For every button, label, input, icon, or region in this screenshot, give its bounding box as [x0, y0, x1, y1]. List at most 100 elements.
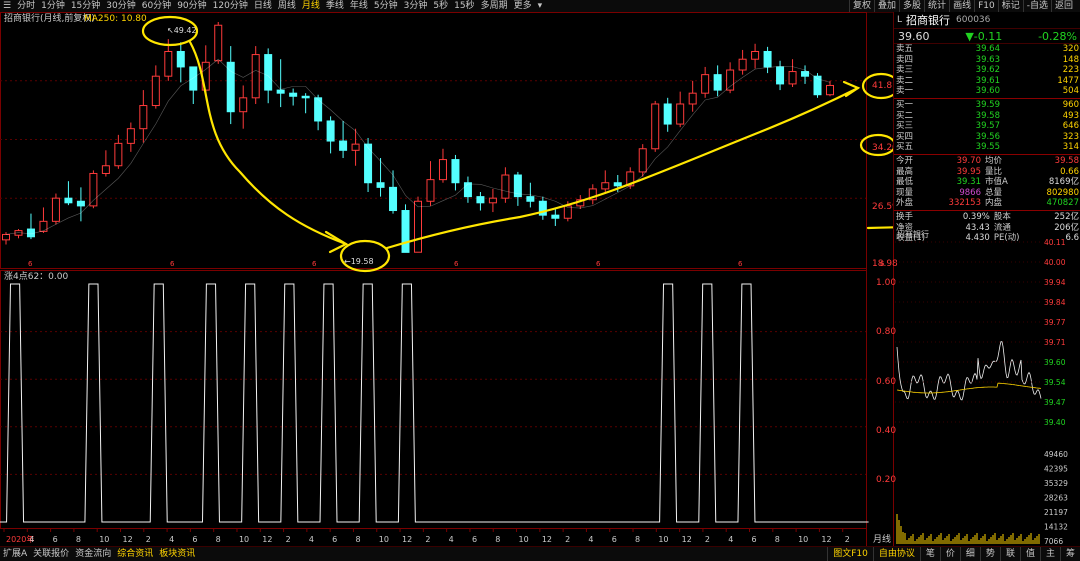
quote-header: L 招商银行 600036	[894, 12, 1080, 29]
x-axis-label: 12	[122, 535, 132, 544]
period-tab[interactable]: 120分钟	[210, 0, 251, 12]
dropdown-icon[interactable]: ▾	[535, 0, 546, 12]
toolbar-button[interactable]: -自选	[1022, 0, 1051, 12]
candle-body	[326, 120, 335, 142]
candle-body	[501, 174, 510, 199]
bottom-tab[interactable]: 势	[979, 547, 1000, 561]
period-tab[interactable]: 季线	[323, 0, 347, 12]
candle-body	[713, 74, 722, 91]
bottom-tab[interactable]: 资金流向	[72, 547, 114, 561]
top-x-mark: 6	[170, 260, 175, 268]
bottom-tab[interactable]: 细	[959, 547, 980, 561]
period-tab[interactable]: 多周期	[478, 0, 511, 12]
bottom-tab[interactable]: 值	[1019, 547, 1040, 561]
x-axis-labels: 2020年4 6 8 10 12 2 4 6 8 10 12 2 4 6 8 10 12 2 4 6 8 10 12 2 4 6 8…	[3, 528, 850, 544]
level-price: 39.56	[975, 131, 1000, 142]
toolbar-button[interactable]: 复权	[849, 0, 874, 12]
x-axis-label: 8	[355, 535, 360, 544]
toolbar-button[interactable]: 标记	[997, 0, 1023, 12]
x-axis-label: 12	[402, 535, 412, 544]
stock-name[interactable]: 招商银行	[906, 12, 950, 28]
order-row: 买五 39.55 314	[894, 142, 1080, 153]
level-label: 买三	[896, 121, 914, 132]
period-tab[interactable]: 1分钟	[38, 0, 68, 12]
x-axis-label: 8	[495, 535, 500, 544]
stat-label: 均价	[984, 155, 1002, 166]
bottom-tab[interactable]: 主	[1039, 547, 1060, 561]
bottom-tab[interactable]: 关联报价	[30, 547, 72, 561]
period-tab[interactable]: 5分钟	[371, 0, 401, 12]
level-volume: 323	[1062, 131, 1079, 142]
period-tab[interactable]: 15分钟	[68, 0, 103, 12]
stat-value: 39.70	[956, 155, 981, 166]
order-book-asks: 卖五 39.64 320 卖四 39.63 148 卖三 39.62 223 卖二 39.61…	[894, 44, 1080, 97]
level-price: 39.63	[975, 54, 1000, 65]
bottom-tab[interactable]: 联	[999, 547, 1020, 561]
bottom-tab[interactable]: 自由协议	[872, 547, 920, 561]
level-label: 买四	[896, 131, 914, 142]
period-tab[interactable]: 3分钟	[401, 0, 431, 12]
price-change: ▼-0.11	[965, 29, 1003, 43]
intraday-volume-label: 21197	[1044, 508, 1068, 517]
bottom-tab[interactable]: 笔	[919, 547, 940, 561]
bottom-tab[interactable]: 图文F10	[827, 547, 873, 561]
candle-body	[426, 179, 435, 202]
period-tab[interactable]: 30分钟	[103, 0, 138, 12]
period-tab[interactable]: 日线	[251, 0, 275, 12]
bottom-tab-active[interactable]: 综合资讯	[114, 547, 156, 561]
period-tab[interactable]: 分时	[14, 0, 38, 12]
x-axis-label: 10	[658, 535, 668, 544]
candle-body	[601, 182, 610, 190]
order-book-divider	[894, 97, 1080, 99]
period-tab[interactable]: 90分钟	[174, 0, 209, 12]
period-tab[interactable]: 周线	[275, 0, 299, 12]
period-tab[interactable]: 5秒	[430, 0, 451, 12]
candle-body	[401, 210, 410, 253]
candle-body	[526, 196, 535, 202]
indicator-panel-frame	[0, 270, 867, 529]
intraday-chart[interactable]	[896, 341, 1042, 544]
level-volume: 314	[1062, 142, 1079, 153]
intraday-price-label: 39.60	[1044, 358, 1066, 367]
candle-body	[638, 148, 647, 173]
stats-row: 净资 43.43 流通 206亿	[894, 223, 1080, 234]
toolbar-menu-icon[interactable]: ☰	[0, 0, 14, 12]
toolbar-button[interactable]: 统计	[924, 0, 949, 12]
toolbar-button[interactable]: 返回	[1050, 0, 1076, 12]
bottom-bar: 扩展A 关联报价 资金流向 综合资讯 板块资讯 图文F10 自由协议 笔 价 细…	[0, 546, 1080, 561]
stat-label: 今开	[896, 155, 914, 166]
period-tab[interactable]: 15秒	[451, 0, 477, 12]
bottom-tab[interactable]: 扩展A	[0, 547, 30, 561]
candles[interactable]	[2, 22, 834, 253]
period-tab[interactable]: 60分钟	[139, 0, 174, 12]
bottom-tab-active[interactable]: 板块资讯	[156, 547, 198, 561]
stat-value: 802980	[1046, 187, 1079, 198]
intraday-volume-label: 49460	[1044, 450, 1068, 459]
toolbar-button[interactable]: F10	[974, 0, 998, 12]
stat-label: 净资	[896, 222, 914, 233]
indicator-grid	[0, 331, 866, 475]
stat-label: PE(动)	[993, 233, 1020, 244]
candle-body	[414, 200, 422, 253]
period-tab[interactable]: 年线	[347, 0, 371, 12]
stats2-divider	[894, 209, 1080, 211]
candle-body	[226, 61, 235, 113]
indicator-title: 涨4点62：0.00	[4, 271, 68, 282]
x-axis-label: 6	[332, 535, 337, 544]
candle-body	[289, 92, 298, 97]
intraday-price-label: 39.77	[1044, 318, 1066, 327]
stats-row: 今开 39.70 均价 39.58	[894, 156, 1080, 167]
toolbar-button[interactable]: 叠加	[874, 0, 899, 12]
top-x-mark: 6	[454, 260, 459, 268]
toolbar-button[interactable]: 画线	[949, 0, 974, 12]
bottom-tab[interactable]: 筹	[1059, 547, 1080, 561]
period-tab[interactable]: 更多	[511, 0, 535, 12]
indicator-axis-label: 1.00	[876, 278, 896, 288]
intraday-price-label: 39.47	[1044, 398, 1066, 407]
toolbar-button[interactable]: 多股	[899, 0, 924, 12]
bottom-tab[interactable]: 价	[939, 547, 960, 561]
candle-body	[2, 233, 10, 241]
x-axis-label: 2	[146, 535, 151, 544]
candle-body	[751, 50, 760, 60]
period-tab-selected[interactable]: 月线	[299, 0, 323, 12]
